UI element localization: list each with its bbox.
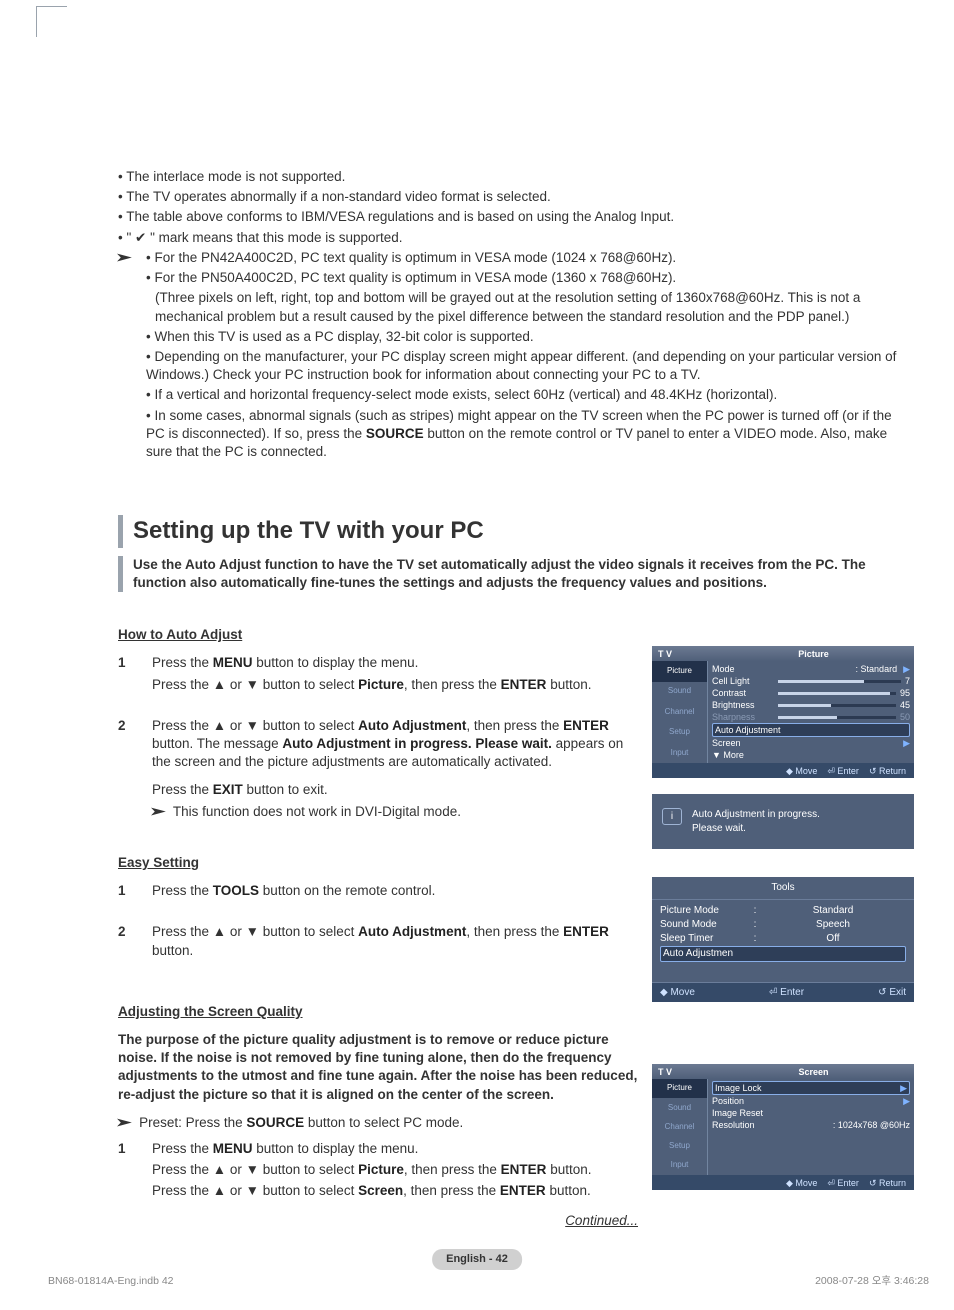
- easy-step-2: 2 Press the ▲ or ▼ button to select Auto…: [118, 923, 638, 962]
- right-arrow-icon: ▶: [903, 737, 910, 749]
- section-heading: Setting up the TV with your PC: [118, 515, 914, 547]
- osd-message-box: i Auto Adjustment in progress.Please wai…: [652, 794, 914, 849]
- footer-left: BN68-01814A-Eng.indb 42: [48, 1274, 174, 1288]
- nav-picture: Picture: [652, 1079, 707, 1098]
- nav-setup: Setup: [652, 1137, 707, 1156]
- arrow-icon: ➤: [150, 804, 166, 819]
- nav-channel: Channel: [652, 1118, 707, 1137]
- page-number-badge: English - 42: [432, 1249, 522, 1270]
- nav-input: Input: [652, 1156, 707, 1175]
- section-intro: Use the Auto Adjust function to have the…: [118, 556, 914, 592]
- bullet-text: ": [126, 230, 135, 245]
- arrow-icon: ➤: [116, 251, 132, 266]
- sub-bullet: Depending on the manufacturer, your PC d…: [146, 349, 896, 382]
- step-1: 1 Press the MENU button to display the m…: [118, 654, 638, 696]
- sub-bullet: For the PN50A400C2D, PC text quality is …: [154, 270, 676, 285]
- adjust-step-1: 1 Press the MENU button to display the m…: [118, 1140, 638, 1204]
- nav-picture: Picture: [652, 661, 707, 681]
- arrow-icon: ➤: [116, 1116, 132, 1131]
- continued-label: Continued...: [118, 1212, 638, 1230]
- osd-tools-menu: Tools Picture Mode:Standard Sound Mode:S…: [652, 877, 914, 1002]
- info-icon: i: [662, 808, 682, 825]
- nav-sound: Sound: [652, 1098, 707, 1117]
- bullet-text: " mark means that this mode is supported…: [146, 230, 402, 245]
- right-arrow-icon: ▶: [903, 663, 910, 675]
- nav-sound: Sound: [652, 682, 707, 702]
- sub-bullet: If a vertical and horizontal frequency-s…: [154, 387, 777, 402]
- bullet-text: The table above conforms to IBM/VESA reg…: [126, 209, 674, 224]
- footer-right: 2008-07-28 오후 3:46:28: [815, 1274, 929, 1288]
- bullet-text: The interlace mode is not supported.: [126, 169, 345, 184]
- easy-heading: Easy Setting: [118, 854, 638, 872]
- bullet-text: The TV operates abnormally if a non-stan…: [126, 189, 550, 204]
- step-2: 2 Press the ▲ or ▼ button to select Auto…: [118, 717, 638, 824]
- page: • The interlace mode is not supported. •…: [0, 0, 954, 1310]
- osd-picture-menu: T VPicture Picture Sound Channel Setup I…: [652, 646, 914, 778]
- adjust-heading: Adjusting the Screen Quality: [118, 1003, 638, 1021]
- source-keyword: SOURCE: [366, 426, 424, 441]
- crop-mark: [36, 6, 67, 37]
- sub-bullet: For the PN42A400C2D, PC text quality is …: [154, 250, 676, 265]
- section-title: Setting up the TV with your PC: [133, 517, 484, 544]
- osd-screen-menu: T VScreen Picture Sound Channel Setup In…: [652, 1064, 914, 1190]
- easy-step-1: 1 Press the TOOLS button on the remote c…: [118, 882, 638, 903]
- top-bullet-list: • The interlace mode is not supported. •…: [118, 168, 914, 463]
- nav-setup: Setup: [652, 722, 707, 742]
- right-arrow-icon: ▶: [900, 1082, 907, 1094]
- sub-bullet: (Three pixels on left, right, top and bo…: [155, 290, 860, 323]
- sub-bullet: When this TV is used as a PC display, 32…: [154, 329, 533, 344]
- nav-channel: Channel: [652, 702, 707, 722]
- right-arrow-icon: ▶: [903, 1095, 910, 1107]
- nav-input: Input: [652, 743, 707, 763]
- adjust-paragraph: The purpose of the picture quality adjus…: [118, 1031, 638, 1104]
- howto-heading: How to Auto Adjust: [118, 626, 638, 644]
